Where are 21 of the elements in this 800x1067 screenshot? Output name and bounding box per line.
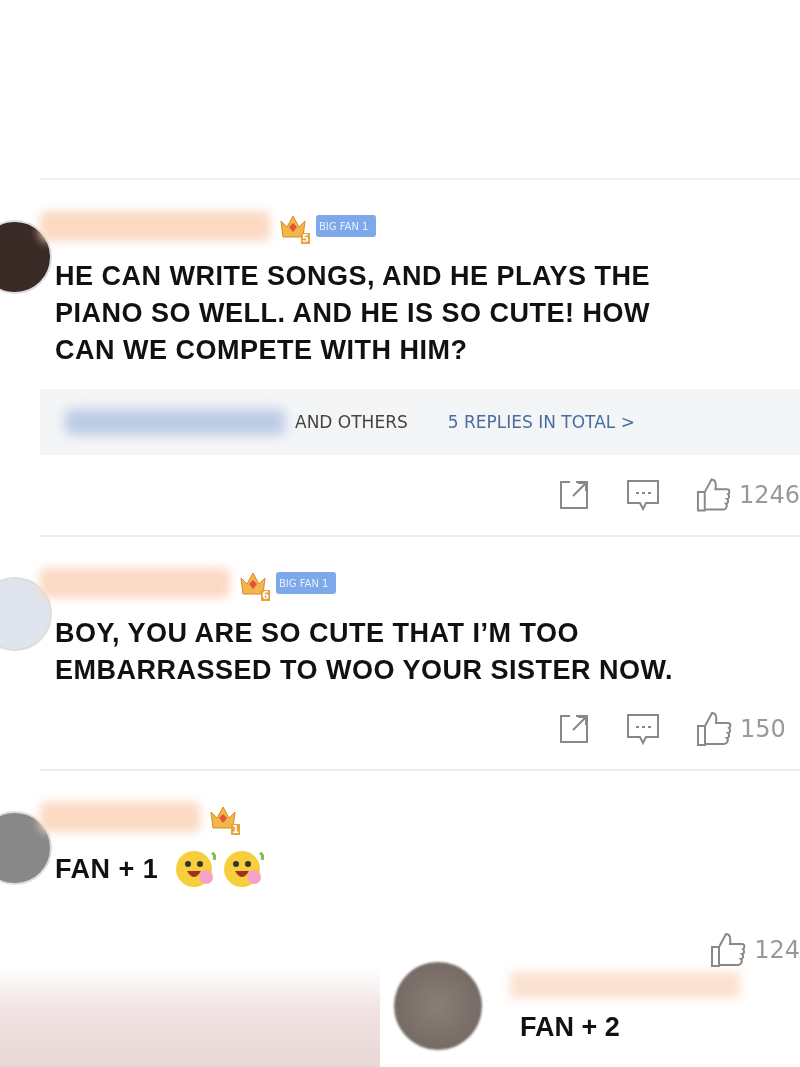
avatar[interactable] (0, 220, 52, 294)
comment-text: FAN + 1 (55, 852, 159, 886)
thumbs-up-icon[interactable] (696, 477, 731, 513)
replies-summary: AND OTHERS (295, 412, 408, 432)
like-count: 150 (740, 715, 786, 743)
share-icon[interactable] (558, 713, 590, 745)
replies-link[interactable]: 5 REPLIES IN TOTAL > (447, 412, 635, 432)
smiley-icon (222, 849, 267, 889)
comment-text: HE CAN WRITE SONGS, AND HE PLAYS THE PIANO SO WELL. AND HE IS SO CUTE! HOW CAN WE COMPETE WITH HIM? (55, 260, 652, 367)
smiley-icon (174, 849, 219, 889)
comment-text: FAN + 2 (520, 1012, 620, 1043)
thumbs-up-icon[interactable] (710, 932, 747, 968)
like-count: 124 (754, 936, 800, 964)
comment-icon[interactable] (626, 479, 660, 511)
comment-text: BOY, YOU ARE SO CUTE THAT I’M TOO EMBARRASSED TO WOO YOUR SISTER NOW. (55, 617, 675, 687)
thumbs-up-icon[interactable] (696, 711, 732, 747)
share-icon[interactable] (558, 479, 590, 511)
comment-icon[interactable] (626, 713, 660, 745)
like-count: 1246 (738, 481, 800, 509)
fan-badge: BIG FAN 1 (276, 572, 337, 594)
fan-badge: BIG FAN 1 (316, 215, 377, 237)
